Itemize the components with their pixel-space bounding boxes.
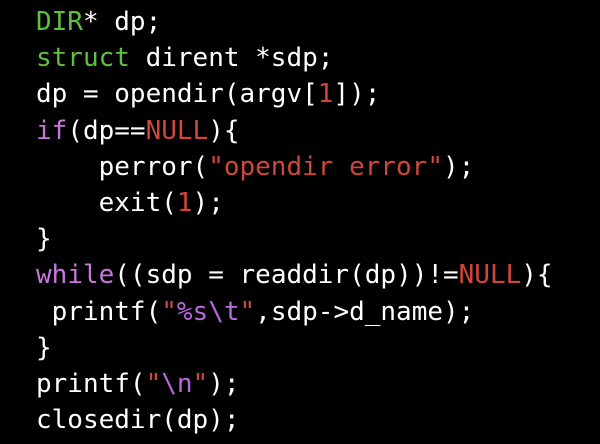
type-token: struct	[36, 43, 130, 74]
code-token: );	[443, 151, 475, 182]
code-token: );	[192, 188, 224, 218]
number-token: 1	[176, 188, 193, 218]
escape-token: %s\t	[176, 296, 240, 327]
code-line: DIR* dp;	[36, 4, 161, 40]
code-line: if(dp==NULL){	[36, 113, 240, 149]
escape-token: \n	[161, 369, 193, 399]
null-token: NULL	[145, 115, 209, 146]
keyword-token: if	[36, 115, 68, 146]
code-token: }	[36, 224, 52, 255]
code-token: ((sdp = readdir(dp))!=	[114, 260, 459, 291]
number-token: 1	[317, 79, 334, 110]
string-token: "	[239, 296, 256, 327]
code-token: exit(	[36, 188, 177, 218]
code-line: while((sdp = readdir(dp))!=NULL){	[36, 257, 553, 293]
code-token: * dp;	[82, 7, 162, 37]
code-token: dirent *sdp;	[129, 43, 334, 74]
keyword-token: while	[36, 260, 115, 291]
code-token: }	[36, 332, 52, 363]
code-token: (dp==	[67, 115, 146, 146]
code-token: ){	[208, 115, 240, 146]
code-line: closedir(dp);	[36, 402, 240, 438]
type-token: DIR	[36, 7, 83, 37]
code-token: perror(	[36, 151, 209, 182]
string-token: "	[192, 369, 209, 399]
code-line: }	[36, 221, 52, 257]
code-line: }	[36, 330, 52, 366]
string-token: "	[161, 296, 177, 327]
code-editor: DIR* dp; struct dirent *sdp; dp = opendir(…	[0, 0, 600, 444]
code-token: printf(	[36, 296, 162, 327]
code-line: printf("%s\t",sdp->d_name);	[36, 294, 475, 330]
string-token: "opendir error"	[208, 151, 443, 182]
code-line: exit(1);	[36, 185, 224, 221]
code-line: dp = opendir(argv[1]);	[36, 76, 380, 112]
string-token: "	[145, 369, 162, 399]
code-token: ,sdp->d_name);	[255, 296, 475, 327]
code-line: printf("\n");	[36, 366, 240, 402]
code-line: struct dirent *sdp;	[36, 40, 333, 76]
code-token: ){	[521, 260, 553, 291]
code-token: dp = opendir(argv[	[36, 79, 318, 110]
code-token: );	[208, 369, 240, 399]
code-token: printf(	[36, 369, 146, 399]
code-token: closedir(dp);	[36, 405, 240, 436]
code-token: ]);	[333, 79, 381, 110]
code-line: perror("opendir error");	[36, 149, 475, 185]
null-token: NULL	[458, 260, 522, 291]
